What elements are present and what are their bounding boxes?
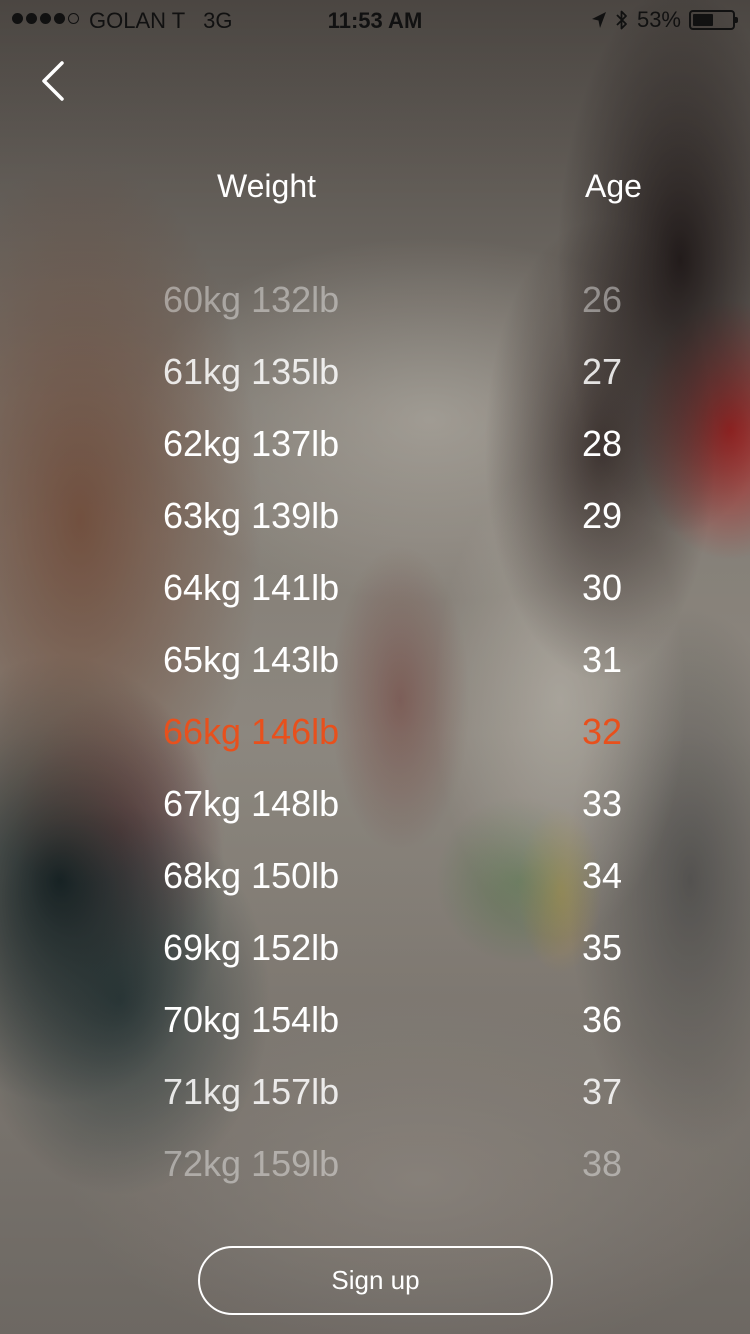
- weight-option-selected[interactable]: 66kg 146lb: [163, 696, 423, 768]
- age-option[interactable]: 30: [582, 552, 672, 624]
- back-button[interactable]: [26, 55, 82, 111]
- battery-icon: [689, 10, 738, 30]
- weight-option[interactable]: 60kg 132lb: [163, 264, 423, 336]
- weight-option[interactable]: 63kg 139lb: [163, 480, 423, 552]
- weight-option[interactable]: 71kg 157lb: [163, 1056, 423, 1128]
- age-option[interactable]: 28: [582, 408, 672, 480]
- status-right-group: 53%: [591, 7, 740, 33]
- weight-picker[interactable]: 60kg 132lb 61kg 135lb 62kg 137lb 63kg 139lb…: [163, 264, 423, 1200]
- age-option[interactable]: 33: [582, 768, 672, 840]
- signup-button[interactable]: Sign up: [198, 1246, 553, 1315]
- weight-option[interactable]: 64kg 141lb: [163, 552, 423, 624]
- age-option[interactable]: 29: [582, 480, 672, 552]
- battery-fill: [693, 14, 713, 26]
- weight-option[interactable]: 69kg 152lb: [163, 912, 423, 984]
- status-bar: GOLAN T 3G 11:53 AM 53%: [0, 0, 750, 40]
- age-option[interactable]: 37: [582, 1056, 672, 1128]
- weight-option[interactable]: 61kg 135lb: [163, 336, 423, 408]
- bluetooth-icon: [615, 9, 629, 31]
- age-option[interactable]: 35: [582, 912, 672, 984]
- age-picker[interactable]: 26 27 28 29 30 31 32 33 34 35 36 37 38: [582, 264, 672, 1200]
- age-option-selected[interactable]: 32: [582, 696, 672, 768]
- weight-option[interactable]: 68kg 150lb: [163, 840, 423, 912]
- weight-option[interactable]: 72kg 159lb: [163, 1128, 423, 1200]
- weight-header: Weight: [217, 168, 317, 204]
- age-option[interactable]: 34: [582, 840, 672, 912]
- age-option[interactable]: 26: [582, 264, 672, 336]
- age-option[interactable]: 36: [582, 984, 672, 1056]
- age-option[interactable]: 38: [582, 1128, 672, 1200]
- chevron-left-icon: [42, 61, 64, 101]
- weight-option[interactable]: 70kg 154lb: [163, 984, 423, 1056]
- age-header: Age: [585, 168, 642, 204]
- battery-percent: 53%: [636, 7, 681, 32]
- age-option[interactable]: 31: [582, 624, 672, 696]
- weight-option[interactable]: 65kg 143lb: [163, 624, 423, 696]
- weight-option[interactable]: 62kg 137lb: [163, 408, 423, 480]
- location-arrow-icon: [591, 11, 607, 29]
- signup-label: Sign up: [331, 1265, 420, 1295]
- weight-option[interactable]: 67kg 148lb: [163, 768, 423, 840]
- age-option[interactable]: 27: [582, 336, 672, 408]
